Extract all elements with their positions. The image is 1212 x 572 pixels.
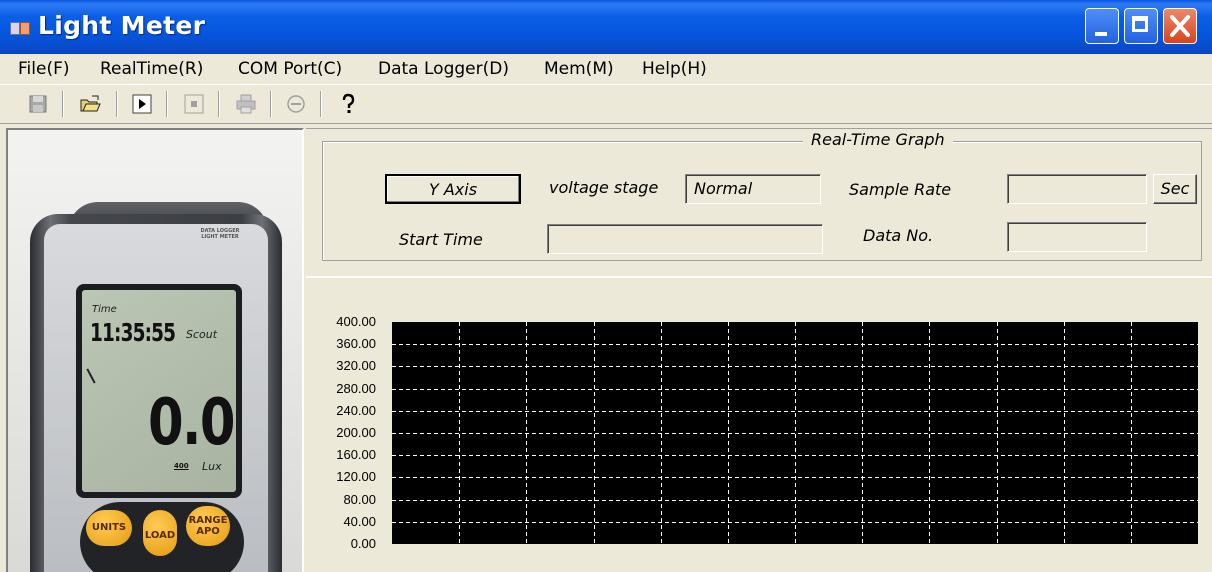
lcd-range: 400 bbox=[174, 462, 189, 470]
toolbar-separator bbox=[270, 91, 272, 117]
voltage-stage-field: Normal bbox=[685, 174, 821, 204]
close-icon bbox=[1170, 15, 1190, 37]
minus-circle-icon[interactable] bbox=[284, 92, 308, 116]
lcd-scout-label: Scout bbox=[186, 328, 218, 341]
minimize-button[interactable] bbox=[1085, 8, 1119, 44]
realtime-graph-panel: 400.00 360.00 320.00 280.00 240.00 200.00 160.… bbox=[306, 278, 1212, 572]
open-folder-icon[interactable] bbox=[78, 92, 102, 116]
sample-rate-field[interactable] bbox=[1007, 174, 1147, 204]
data-no-label: Data No. bbox=[863, 226, 934, 245]
play-icon[interactable] bbox=[130, 92, 154, 116]
toolbar-separator bbox=[166, 91, 168, 117]
data-no-field bbox=[1007, 222, 1147, 252]
lcd-reading: 0.0 bbox=[148, 386, 236, 460]
menu-com-port[interactable]: COM Port(C) bbox=[238, 59, 342, 79]
y-tick-label: 200.00 bbox=[336, 425, 376, 440]
voltage-stage-label: voltage stage bbox=[549, 178, 659, 197]
realtime-settings-panel: Real-Time Graph Y Axis voltage stage Nor… bbox=[306, 128, 1212, 278]
menu-bar: File(F) RealTime(R) COM Port(C) Data Log… bbox=[0, 54, 1212, 84]
sec-button[interactable]: Sec bbox=[1153, 174, 1197, 204]
lcd-time-value: 11:35:55 bbox=[90, 318, 176, 347]
toolbar-separator bbox=[62, 91, 64, 117]
start-time-label: Start Time bbox=[399, 230, 483, 249]
menu-file[interactable]: File(F) bbox=[18, 59, 70, 79]
menu-realtime[interactable]: RealTime(R) bbox=[100, 59, 203, 79]
y-tick-label: 320.00 bbox=[336, 358, 376, 373]
toolbar bbox=[0, 84, 1212, 124]
start-time-field bbox=[547, 224, 823, 254]
y-tick-label: 360.00 bbox=[336, 336, 376, 351]
toolbar-separator bbox=[218, 91, 220, 117]
lcd-unit: Lux bbox=[202, 460, 222, 473]
y-tick-label: 0.00 bbox=[350, 536, 376, 551]
print-icon[interactable] bbox=[234, 92, 258, 116]
window-title: Light Meter bbox=[38, 11, 206, 40]
maximize-button[interactable] bbox=[1124, 8, 1158, 44]
app-icon[interactable] bbox=[10, 20, 30, 36]
close-button[interactable] bbox=[1163, 8, 1197, 44]
realtime-graph-group: Real-Time Graph Y Axis voltage stage Nor… bbox=[322, 130, 1202, 261]
menu-mem[interactable]: Mem(M) bbox=[544, 59, 614, 79]
y-tick-label: 40.00 bbox=[343, 514, 376, 529]
device-panel: DATA LOGGER LIGHT METER Time 11:35:55 Sc… bbox=[6, 128, 304, 572]
sample-rate-label: Sample Rate bbox=[849, 180, 952, 199]
y-tick-label: 120.00 bbox=[336, 469, 376, 484]
toolbar-separator bbox=[320, 91, 322, 117]
title-bar[interactable]: Light Meter bbox=[0, 0, 1212, 54]
device-load-button: LOAD bbox=[143, 510, 177, 556]
device-range-apo-button: RANGE APO bbox=[186, 506, 230, 546]
help-question-icon[interactable] bbox=[336, 92, 360, 116]
stop-icon[interactable] bbox=[182, 92, 206, 116]
y-tick-label: 280.00 bbox=[336, 381, 376, 396]
group-title: Real-Time Graph bbox=[803, 130, 953, 149]
toolbar-separator bbox=[116, 91, 118, 117]
realtime-graph-plot bbox=[392, 322, 1198, 544]
y-axis-button[interactable]: Y Axis bbox=[385, 174, 521, 204]
device-brand-label: DATA LOGGER LIGHT METER bbox=[200, 228, 240, 240]
y-tick-label: 240.00 bbox=[336, 403, 376, 418]
y-tick-label: 80.00 bbox=[343, 492, 376, 507]
save-icon[interactable] bbox=[26, 92, 50, 116]
menu-help[interactable]: Help(H) bbox=[642, 59, 707, 79]
y-tick-label: 160.00 bbox=[336, 447, 376, 462]
lcd-time-label: Time bbox=[92, 304, 117, 315]
device-units-button: UNITS bbox=[86, 510, 132, 546]
menu-data-logger[interactable]: Data Logger(D) bbox=[378, 59, 509, 79]
y-tick-label: 400.00 bbox=[336, 314, 376, 329]
